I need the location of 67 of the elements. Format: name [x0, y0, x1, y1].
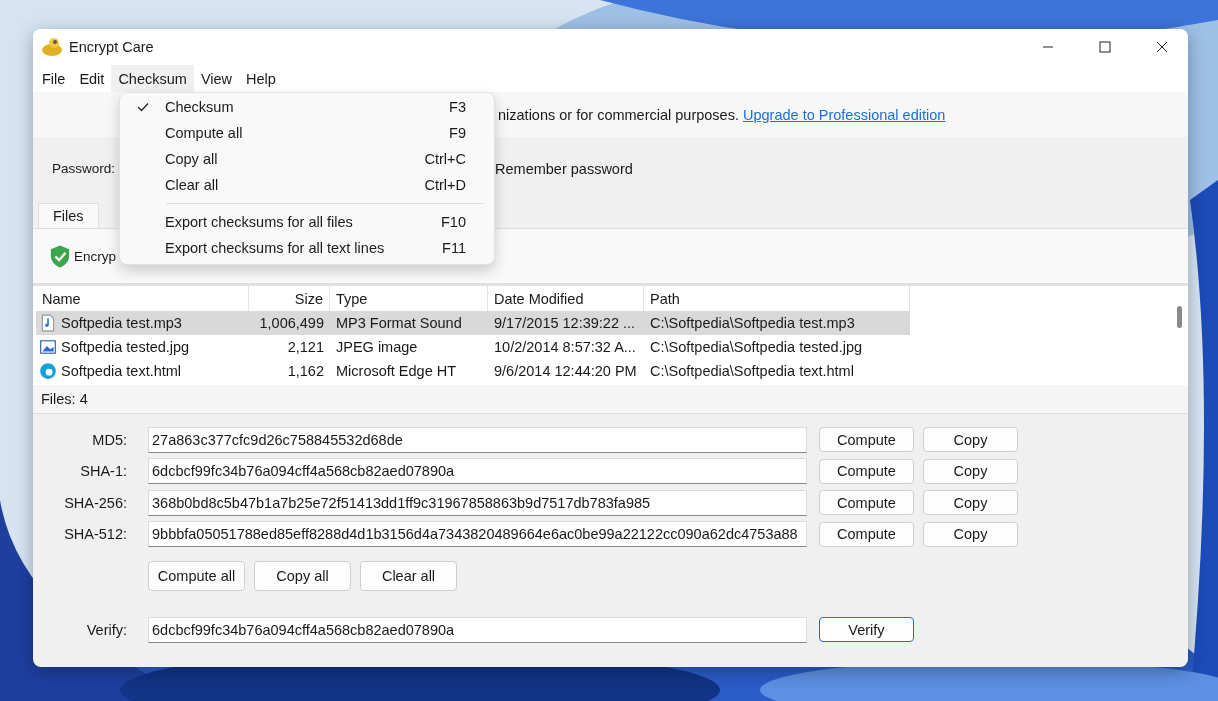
menu-item[interactable]: File: [35, 65, 73, 92]
menu-item[interactable]: Help: [239, 65, 283, 92]
hash-label: SHA-512:: [63, 526, 127, 543]
verify-field[interactable]: 6dcbcf99fc34b76a094cff4a568cb82aed07890a: [148, 616, 807, 643]
copy-button[interactable]: Copy: [923, 521, 1018, 547]
hash-field[interactable]: 9bbbfa05051788ed85eff8288d4d1b3156d4a7343820489664e6ac0be99a22122cc090a62dc4753a88: [148, 521, 807, 548]
menu-item[interactable]: Edit: [72, 65, 112, 92]
file-count: Files: 4: [41, 391, 88, 407]
copy-button[interactable]: Copy: [923, 458, 1018, 484]
remember-password-label: Remember password: [495, 160, 633, 177]
copy-button[interactable]: Copy: [923, 490, 1018, 516]
file-name: Softpedia test.mp3: [61, 315, 182, 331]
table-cell-text: 9/6/2014 12:44:20 PM: [493, 362, 638, 381]
audio-file-icon: [39, 314, 57, 332]
menu-entry[interactable]: Checksum F3: [120, 94, 494, 120]
image-file-icon: [39, 338, 57, 356]
browser-icon: [39, 362, 57, 380]
hash-label: SHA-1:: [79, 463, 127, 480]
compute-button[interactable]: Compute: [819, 427, 914, 453]
table-cell-text: MP3 Format Sound: [335, 314, 463, 333]
menu-item[interactable]: Checksum: [111, 65, 194, 92]
table-cell-text: C:\Softpedia\Softpedia tested.jpg: [649, 338, 863, 357]
upgrade-link[interactable]: Upgrade to Professional edition: [743, 106, 946, 123]
copy-button[interactable]: Copy: [923, 427, 1018, 453]
action-button[interactable]: Copy all: [254, 561, 351, 591]
table-cell-text: 9/17/2015 12:39:22 ...: [493, 314, 637, 333]
action-button[interactable]: Clear all: [360, 561, 457, 591]
action-button[interactable]: Compute all: [148, 561, 245, 591]
verify-button[interactable]: Verify: [819, 617, 914, 643]
hash-field[interactable]: 27a863c377cfc9d26c758845532d68de: [148, 426, 807, 453]
menu-entry[interactable]: Export checksums for all files F10: [120, 209, 494, 235]
table-cell-text: 1,006,499: [258, 314, 325, 333]
compute-button[interactable]: Compute: [819, 458, 914, 484]
file-name: Softpedia tested.jpg: [61, 339, 190, 355]
password-label: Password:: [52, 161, 116, 176]
menu-entry[interactable]: Compute all F9: [120, 120, 494, 146]
compute-button[interactable]: Compute: [819, 521, 914, 547]
table-cell-text: JPEG image: [335, 338, 419, 357]
verify-label: Verify:: [85, 621, 127, 638]
file-row[interactable]: Softpedia tested.jpg 2,121 JPEG image 10/2/2014 8:57:32 A... C:\Softpedia\Softpedia tested.jpg: [36, 335, 910, 359]
hash-field[interactable]: 368b0bd8c5b47b1a7b25e72f51413dd1ff9c31967858863b9d7517db783fa985: [148, 489, 807, 516]
table-cell-text: 1,162: [286, 362, 325, 381]
file-row[interactable]: Softpedia test.mp3 1,006,499 MP3 Format Sound 9/17/2015 12:39:22 ... C:\Softpedia\Softpedia test.mp3: [36, 311, 910, 335]
banner-text: nizations or for commercial purposes. Upgrade to Professional edition: [498, 106, 946, 123]
hash-label: SHA-256:: [63, 494, 127, 511]
compute-button[interactable]: Compute: [819, 490, 914, 516]
file-name: Softpedia text.html: [61, 363, 182, 379]
table-cell-text: 10/2/2014 8:57:32 A...: [493, 338, 637, 357]
shield-check-icon: [49, 243, 71, 269]
menu-entry[interactable]: Copy all Ctrl+C: [120, 146, 494, 172]
hash-label: MD5:: [91, 431, 127, 448]
maximize-icon[interactable]: [1099, 41, 1111, 53]
close-icon[interactable]: [1156, 41, 1168, 53]
table-cell-text: C:\Softpedia\Softpedia text.html: [649, 362, 855, 381]
file-row[interactable]: Softpedia text.html 1,162 Microsoft Edge HT 9/6/2014 12:44:20 PM C:\Softpedia\Softpedia text.html: [36, 359, 910, 383]
scrollbar-thumb[interactable]: [1177, 306, 1182, 328]
encrypt-button[interactable]: Encryp: [74, 248, 117, 264]
menu-entry[interactable]: Export checksums for all text lines F11: [120, 235, 494, 261]
window-title: Encrypt Care: [69, 39, 154, 55]
table-cell-text: Microsoft Edge HT: [335, 362, 458, 381]
menu-item[interactable]: View: [193, 65, 240, 92]
files-tab[interactable]: Files: [38, 203, 99, 228]
hash-field[interactable]: 6dcbcf99fc34b76a094cff4a568cb82aed07890a: [148, 458, 807, 485]
menu-entry[interactable]: Clear all Ctrl+D: [120, 172, 494, 198]
table-cell-text: 2,121: [286, 338, 325, 357]
duck-icon: [41, 36, 63, 58]
table-cell-text: C:\Softpedia\Softpedia test.mp3: [649, 314, 856, 333]
